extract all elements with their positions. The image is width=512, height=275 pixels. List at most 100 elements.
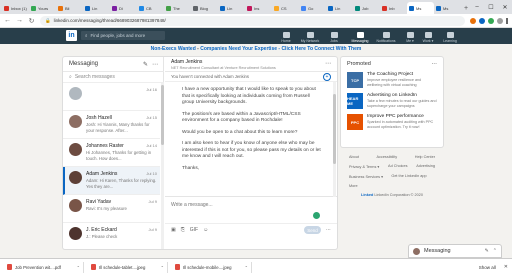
more-options-icon[interactable]: ⋯ — [152, 61, 158, 68]
nav-item-home[interactable]: Home — [274, 29, 298, 43]
browser-tab[interactable]: Ms — [434, 2, 461, 14]
chevron-up-icon[interactable]: ⌃ — [493, 248, 497, 254]
nav-item-my-network[interactable]: My Network — [298, 29, 322, 43]
promoted-item-title: The Coaching Project — [367, 72, 414, 77]
profile-avatar[interactable] — [497, 17, 503, 24]
footer-link[interactable]: Ad Choices — [388, 164, 407, 169]
thread-scrollbar[interactable] — [333, 82, 336, 197]
conversation-item[interactable]: J. Eric Eckard Jul 9 J.: Please check — [63, 223, 160, 249]
footer-link[interactable]: Business Services ▾ — [349, 174, 383, 179]
browser-tab[interactable]: Go — [299, 2, 326, 14]
conversation-item[interactable]: Jul 16 — [63, 83, 160, 111]
nav-item-label: Me ▾ — [406, 39, 414, 43]
scrollbar-thumb[interactable] — [333, 94, 336, 164]
address-bar[interactable]: 🔒 linkedin.com/messaging/thread/66890326… — [40, 15, 465, 26]
conversation-body: Jul 16 — [86, 87, 157, 110]
global-search[interactable]: ⌕ Find people, jobs and more — [81, 31, 165, 40]
footer-link[interactable]: Get the LinkedIn app — [391, 174, 426, 179]
tab-label: Inb — [389, 5, 395, 11]
browser-tab[interactable]: Blog — [191, 2, 218, 14]
promoted-item[interactable]: HEAR ME Advertising on LinkedIn Take a few… — [347, 93, 437, 109]
gif-button[interactable]: GIF — [190, 227, 198, 233]
nav-item-learning[interactable]: Learning — [438, 29, 462, 43]
chevron-up-icon[interactable]: ⌃ — [77, 265, 80, 270]
conversation-scrollbar[interactable] — [161, 83, 164, 249]
connect-icon[interactable]: + — [323, 72, 331, 81]
browser-tab[interactable]: CB — [137, 2, 164, 14]
nav-item-jobs[interactable]: Jobs — [322, 29, 346, 43]
chevron-up-icon[interactable]: ⌃ — [161, 265, 164, 270]
nav-item-messaging[interactable]: Messaging — [348, 29, 372, 43]
file-attach-icon[interactable]: ⎘ — [181, 227, 185, 233]
conversation-item[interactable]: Adam Jenkins Jul 10 Adam: Hi Karen, Thanks… — [63, 167, 160, 195]
linkedin-logo[interactable]: in — [66, 30, 77, 41]
thread-contact-name[interactable]: Adam Jenkins — [171, 59, 331, 65]
browser-menu-icon[interactable] — [506, 17, 508, 24]
minimize-icon[interactable]: – — [470, 0, 484, 14]
footer-link[interactable]: About — [349, 155, 359, 159]
more-options-icon[interactable]: ⋯ — [432, 61, 438, 67]
footer-link[interactable]: More — [349, 184, 358, 188]
compose-icon[interactable]: ✎ — [143, 61, 148, 68]
conversation-item[interactable]: Ravi Yadav Jul 9 Ravi: It's my pleasure — [63, 195, 160, 223]
ad-banner[interactable]: Non-Execs Wanted - Companies Need Your E… — [0, 46, 512, 54]
nav-item-work[interactable]: Work ▾ — [416, 29, 440, 43]
close-icon[interactable]: ✕ — [504, 264, 508, 270]
message-search[interactable]: ⌕ Search messages — [63, 72, 164, 83]
browser-tab[interactable]: Lin — [83, 2, 110, 14]
image-attach-icon[interactable]: ▣ — [171, 227, 176, 233]
compose-icon[interactable]: ✎ — [485, 248, 489, 254]
scrollbar-thumb[interactable] — [161, 85, 164, 145]
messaging-dock[interactable]: Messaging ✎ ⌃ — [409, 245, 501, 257]
download-item[interactable]: Ill schedule-tablet....jpeg ⌃ — [88, 261, 168, 273]
footer-link[interactable]: Advertising — [416, 164, 435, 169]
footer-link[interactable]: Help Center — [415, 155, 435, 159]
emoji-icon[interactable]: ☺ — [203, 227, 208, 233]
promoted-panel: Promoted ⋯ TCP The Coaching Project Improv… — [341, 57, 443, 147]
maximize-icon[interactable]: ☐ — [484, 0, 498, 14]
footer-link[interactable]: Accessibility — [376, 155, 397, 159]
extension-icon[interactable] — [470, 17, 476, 24]
conversation-item[interactable]: Johannes Raster Jul 14 Hi Johannes, Thanks… — [63, 139, 160, 167]
show-all-downloads[interactable]: Show all — [479, 265, 496, 270]
forward-icon[interactable]: → — [16, 17, 23, 24]
close-window-icon[interactable]: ✕ — [498, 0, 512, 14]
footer-row: More — [341, 184, 443, 188]
browser-tab[interactable]: Inb — [380, 2, 407, 14]
extension-icon[interactable] — [479, 17, 485, 24]
reload-icon[interactable]: ↻ — [28, 17, 35, 25]
promoted-item[interactable]: TCP The Coaching Project Improve employee … — [347, 72, 437, 88]
ad-banner-link[interactable]: Non-Execs Wanted — [151, 46, 196, 52]
conversation-name: Ravi Yadav — [86, 199, 112, 205]
browser-tab[interactable]: Ins — [245, 2, 272, 14]
chevron-up-icon[interactable]: ⌃ — [245, 265, 248, 270]
nav-icon — [382, 32, 390, 38]
tab-label: CS — [281, 5, 287, 11]
browser-tab[interactable]: Di — [110, 2, 137, 14]
send-options-icon[interactable]: ⋯ — [326, 227, 331, 233]
extension-icon[interactable] — [488, 17, 494, 24]
download-item[interactable]: Ill schedule-mobile....jpeg ⌃ — [172, 261, 252, 273]
download-item[interactable]: Job Prevention wit....pdf ⌃ — [4, 261, 84, 273]
browser-tab[interactable]: Inbox (1) — [2, 2, 29, 14]
browser-tab[interactable]: Yours — [29, 2, 56, 14]
nav-item-notifications[interactable]: Notifications — [374, 29, 398, 43]
browser-tab[interactable]: The — [164, 2, 191, 14]
browser-tab[interactable]: Bli — [56, 2, 83, 14]
promoted-item[interactable]: PPC Improve PPC performance Sparked in aut… — [347, 114, 437, 130]
browser-tab[interactable]: Ms — [407, 2, 434, 14]
send-button[interactable]: Send — [304, 226, 321, 234]
search-icon: ⌕ — [69, 74, 72, 80]
browser-tab[interactable]: Lin — [326, 2, 353, 14]
browser-tab[interactable]: CS — [272, 2, 299, 14]
footer-link[interactable]: Privacy & Terms ▾ — [349, 164, 379, 169]
ad-banner-text[interactable]: Companies Need Your Expertise - Click He… — [200, 46, 361, 52]
browser-tab[interactable]: Job — [353, 2, 380, 14]
grammarly-icon[interactable] — [313, 212, 320, 219]
file-icon — [7, 264, 12, 270]
browser-tab[interactable]: Lin — [218, 2, 245, 14]
back-icon[interactable]: ← — [4, 17, 11, 24]
thread-more-icon[interactable]: ⋯ — [325, 60, 331, 67]
message-input[interactable] — [171, 202, 321, 208]
conversation-item[interactable]: Josh Hazell Jul 15 Josh: Hi Yiannis, Many … — [63, 111, 160, 139]
